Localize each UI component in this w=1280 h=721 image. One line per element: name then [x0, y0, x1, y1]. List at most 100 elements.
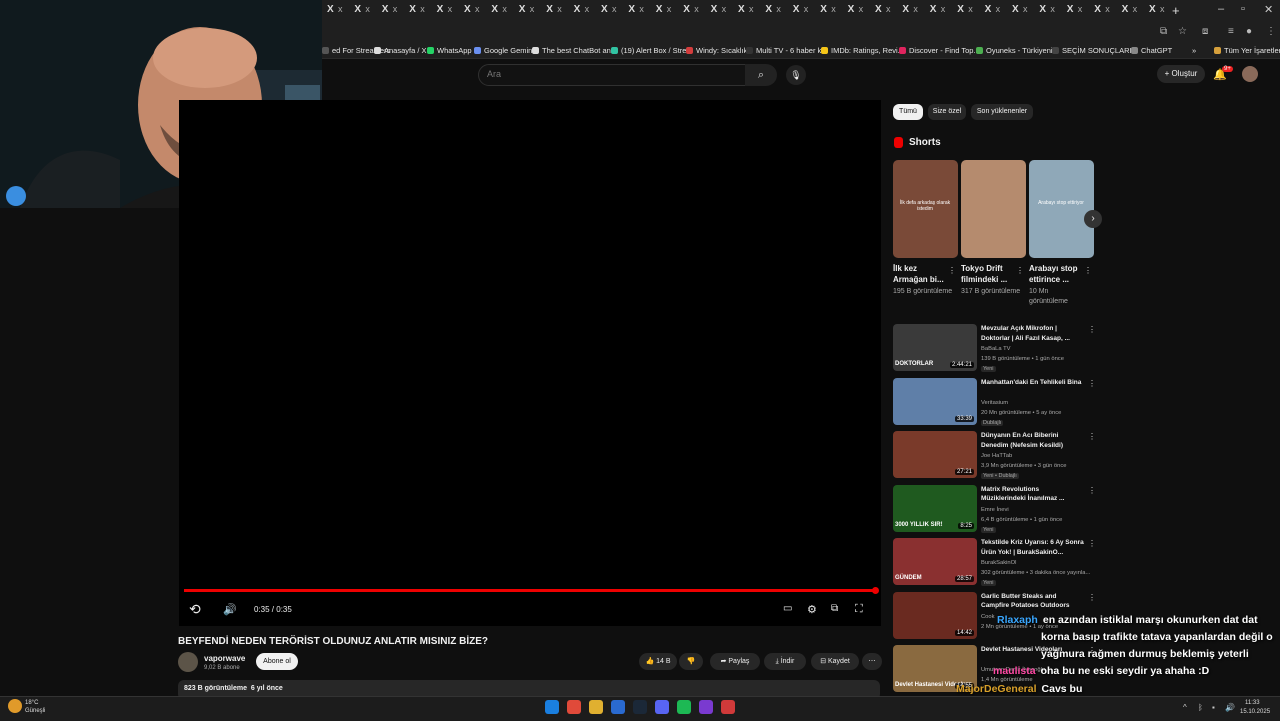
browser-tab[interactable]: Xx [542, 4, 568, 18]
tab-close-icon[interactable]: x [886, 4, 891, 14]
browser-tab[interactable]: Xx [679, 4, 705, 18]
video-player[interactable] [179, 100, 881, 626]
more-vert-icon[interactable]: ⋮ [1088, 539, 1096, 548]
filter-chip-recent[interactable]: Son yüklenenler [971, 104, 1033, 120]
browser-tab[interactable]: Xx [460, 4, 486, 18]
more-vert-icon[interactable]: ⋮ [1088, 486, 1096, 495]
browser-tab[interactable]: Xx [1063, 4, 1089, 18]
bookmark-item[interactable]: Anasayfa / X [374, 46, 427, 55]
bookmark-item[interactable]: (19) Alert Box / Stre... [611, 46, 693, 55]
save-button[interactable]: ⊟ Kaydet [811, 653, 859, 670]
browser-tab[interactable]: Xx [624, 4, 650, 18]
recommendation-channel[interactable]: Emre İnevi [981, 507, 1009, 513]
browser-tab[interactable]: Xx [734, 4, 760, 18]
miniplayer-icon[interactable]: ⧉ [831, 603, 838, 614]
recommendation-title[interactable]: Tekstilde Kriz Uyarısı: 6 Ay Sonra Ürün … [981, 538, 1085, 557]
browser-tab[interactable]: Xx [515, 4, 541, 18]
shorts-next-arrow-icon[interactable]: › [1084, 210, 1102, 228]
tab-close-icon[interactable]: x [776, 4, 781, 14]
edge-icon[interactable] [611, 700, 625, 714]
tab-close-icon[interactable]: x [448, 4, 453, 14]
more-bookmarks-button[interactable]: » [1192, 46, 1196, 55]
browser-tab[interactable]: Xx [433, 4, 459, 18]
recommendation-title[interactable]: Manhattan'daki En Tehlikeli Bina [981, 378, 1085, 388]
tab-close-icon[interactable]: x [941, 4, 946, 14]
volume-icon[interactable]: 🔊 [223, 603, 237, 616]
short-thumbnail[interactable]: İlk defa arkadaş olarak istedim [893, 160, 958, 258]
tab-close-icon[interactable]: x [722, 4, 727, 14]
browser-tab[interactable]: Xx [378, 4, 404, 18]
tab-close-icon[interactable]: x [1050, 4, 1055, 14]
browser-tab[interactable]: Xx [350, 4, 376, 18]
tab-close-icon[interactable]: x [667, 4, 672, 14]
more-vert-icon[interactable]: ⋮ [1088, 379, 1096, 388]
recommendation-channel[interactable]: BurakSakinOl [981, 560, 1016, 566]
tab-close-icon[interactable]: x [968, 4, 973, 14]
tab-close-icon[interactable]: x [338, 4, 343, 14]
tab-close-icon[interactable]: x [804, 4, 809, 14]
recommendation-title[interactable]: Matrix Revolutions Müziklerindeki İnanıl… [981, 485, 1085, 504]
tab-close-icon[interactable]: x [1078, 4, 1083, 14]
short-title[interactable]: İlk kez Armağan bi... [893, 263, 945, 285]
tab-close-icon[interactable]: x [475, 4, 480, 14]
tab-close-icon[interactable]: x [749, 4, 754, 14]
more-vert-icon[interactable]: ⋮ [1088, 432, 1096, 441]
tab-close-icon[interactable]: x [859, 4, 864, 14]
recommendation-channel[interactable]: Joe HaTTab [981, 453, 1012, 459]
tab-close-icon[interactable]: x [612, 4, 617, 14]
bookmark-item[interactable]: Oyuneks - Türkiyeni... [976, 46, 1059, 55]
bookmark-item[interactable]: Discover - Find Top... [899, 46, 980, 55]
more-vert-icon[interactable]: ⋮ [1084, 266, 1092, 275]
browser-tab[interactable]: Xx [761, 4, 787, 18]
tab-close-icon[interactable]: x [639, 4, 644, 14]
start-button-icon[interactable] [545, 700, 559, 714]
close-window-icon[interactable]: ✕ [1264, 3, 1273, 16]
tab-close-icon[interactable]: x [530, 4, 535, 14]
replay-icon[interactable]: ⟲ [189, 601, 201, 618]
maximize-icon[interactable]: ▫ [1241, 3, 1245, 15]
filter-chip-all[interactable]: Tümü [893, 104, 923, 120]
tab-close-icon[interactable]: x [996, 4, 1001, 14]
recommendation-thumbnail[interactable]: 27:21 [893, 431, 977, 478]
browser-tab[interactable]: Xx [1145, 4, 1171, 18]
tab-close-icon[interactable]: x [585, 4, 590, 14]
weather-sun-icon[interactable] [8, 699, 22, 713]
search-input[interactable] [485, 68, 739, 80]
obs-icon[interactable] [721, 700, 735, 714]
bookmark-item[interactable]: WhatsApp [427, 46, 472, 55]
bookmark-item[interactable]: Windy: Sıcaklık [686, 46, 747, 55]
tab-close-icon[interactable]: x [365, 4, 370, 14]
tab-close-icon[interactable]: x [831, 4, 836, 14]
progress-bar[interactable] [184, 589, 876, 592]
account-avatar[interactable] [1242, 66, 1258, 82]
tab-close-icon[interactable]: x [557, 4, 562, 14]
extensions-icon[interactable]: ⧈ [1202, 26, 1208, 37]
subscribe-button[interactable]: Abone ol [256, 653, 298, 670]
tab-close-icon[interactable]: x [393, 4, 398, 14]
tab-close-icon[interactable]: x [1023, 4, 1028, 14]
browser-tab[interactable]: Xx [570, 4, 596, 18]
tray-bluetooth-icon[interactable]: ᛒ [1198, 703, 1203, 712]
channel-name[interactable]: vaporwave [204, 654, 245, 663]
browser-tab[interactable]: Xx [816, 4, 842, 18]
subtitles-icon[interactable]: ▭ [783, 603, 792, 614]
media-icon[interactable]: ≡ [1228, 26, 1234, 37]
browser-tab[interactable]: Xx [707, 4, 733, 18]
tray-app-icon[interactable]: ▪ [1212, 703, 1215, 712]
browser-tab[interactable]: Xx [844, 4, 870, 18]
recommendation-thumbnail[interactable]: 33:39 [893, 377, 977, 425]
channel-avatar[interactable] [178, 652, 198, 672]
browser-tab[interactable]: Xx [871, 4, 897, 18]
short-thumbnail[interactable]: Arabayı stop ettiriyor [1029, 160, 1094, 258]
tab-close-icon[interactable]: x [1133, 4, 1138, 14]
bookmark-item[interactable]: ChatGPT [1131, 46, 1172, 55]
browser-tab[interactable]: Xx [597, 4, 623, 18]
browser-tab[interactable]: Xx [789, 4, 815, 18]
recommendation-channel[interactable]: Cook [981, 614, 995, 620]
browser-tab[interactable]: Xx [1035, 4, 1061, 18]
minimize-icon[interactable]: – [1218, 3, 1224, 15]
volume-tray-icon[interactable]: 🔊 [1225, 703, 1235, 712]
more-vert-icon[interactable]: ⋮ [1016, 266, 1024, 275]
install-icon[interactable]: ⧉ [1160, 26, 1167, 37]
browser-tab[interactable]: Xx [652, 4, 678, 18]
